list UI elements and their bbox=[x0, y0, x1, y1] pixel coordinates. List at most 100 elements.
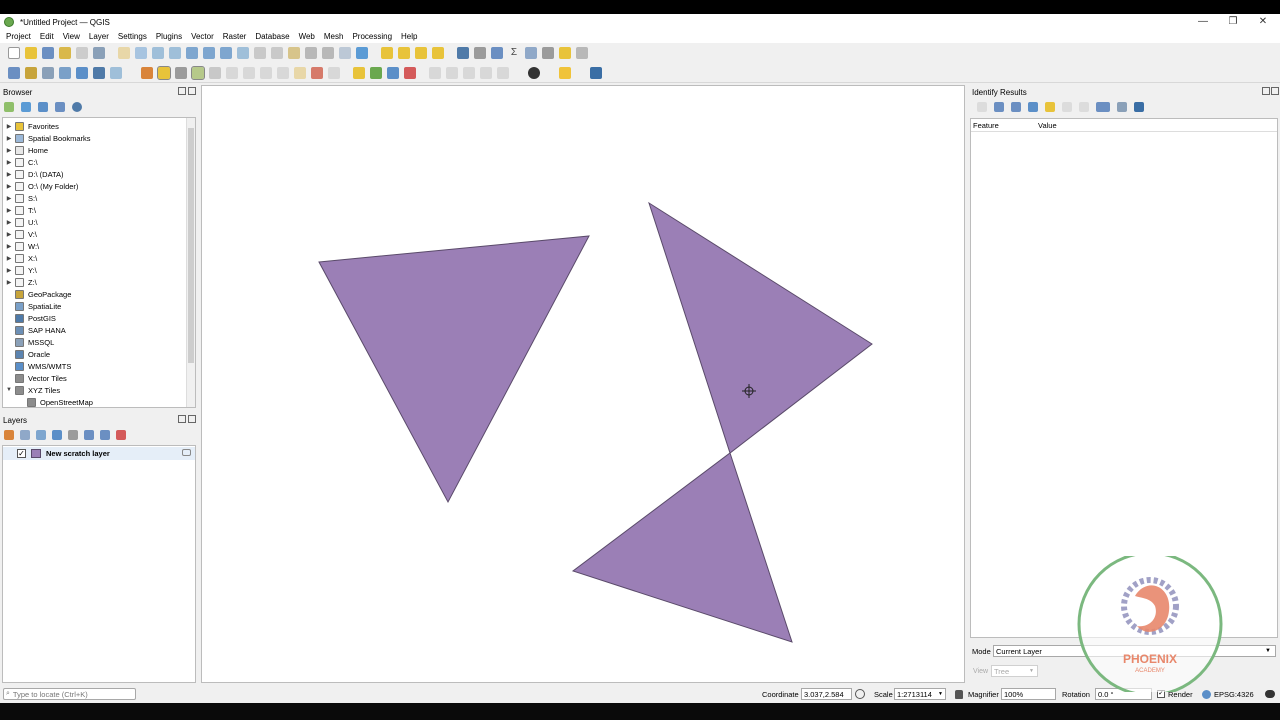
magnifier-input[interactable]: 100% bbox=[1001, 688, 1056, 700]
filter-by-expression-icon[interactable] bbox=[68, 430, 78, 440]
browser-item[interactable]: ▶ Favorites bbox=[3, 120, 59, 132]
refresh-icon[interactable] bbox=[356, 47, 368, 59]
chevron-right-icon[interactable]: ▶ bbox=[5, 147, 13, 154]
zoom-next-icon[interactable] bbox=[271, 47, 283, 59]
collapse-all-icon[interactable] bbox=[55, 102, 65, 112]
digitize-shape-icon[interactable] bbox=[209, 66, 221, 79]
save-as-icon[interactable] bbox=[59, 47, 71, 59]
new-shapefile-layer-icon[interactable] bbox=[42, 66, 54, 79]
layout-manager-icon[interactable] bbox=[93, 47, 105, 59]
cut-features-icon[interactable] bbox=[260, 66, 272, 79]
close-panel-icon[interactable] bbox=[1271, 87, 1279, 95]
undo-icon[interactable] bbox=[311, 66, 323, 79]
browser-item[interactable]: ▶ S:\ bbox=[3, 192, 37, 204]
messages-icon[interactable] bbox=[1265, 690, 1275, 698]
select-features-icon[interactable] bbox=[381, 47, 393, 59]
float-panel-icon[interactable] bbox=[178, 87, 186, 95]
data-source-manager-icon[interactable] bbox=[8, 66, 20, 79]
print-response-icon[interactable] bbox=[1079, 102, 1089, 112]
menu-mesh[interactable]: Mesh bbox=[324, 32, 344, 41]
vertex-tool-icon[interactable] bbox=[226, 66, 238, 79]
chevron-right-icon[interactable]: ▶ bbox=[5, 183, 13, 190]
layer-row[interactable]: ✓ New scratch layer bbox=[3, 447, 195, 460]
chevron-right-icon[interactable]: ▶ bbox=[5, 171, 13, 178]
change-label-icon[interactable] bbox=[463, 66, 475, 79]
browser-item[interactable]: ▶ T:\ bbox=[3, 204, 36, 216]
add-vector-layer-icon[interactable] bbox=[93, 66, 105, 79]
lock-scale-icon[interactable] bbox=[955, 689, 963, 699]
statistics-sum-icon[interactable]: Σ bbox=[508, 47, 520, 59]
manage-map-themes-icon[interactable] bbox=[36, 430, 46, 440]
browser-item[interactable]: ▶ Home bbox=[3, 144, 48, 156]
locator-search-input[interactable]: ⌕ Type to locate (Ctrl+K) bbox=[3, 688, 136, 700]
browser-item[interactable]: ▶ O:\ (My Folder) bbox=[3, 180, 78, 192]
chevron-right-icon[interactable]: ▶ bbox=[5, 243, 13, 250]
menu-vector[interactable]: Vector bbox=[191, 32, 214, 41]
collapse-all-icon[interactable] bbox=[100, 430, 110, 440]
add-polygon-feature-icon[interactable] bbox=[191, 65, 205, 80]
pan-icon[interactable] bbox=[118, 47, 130, 59]
new-project-icon[interactable] bbox=[8, 47, 20, 59]
clear-results-icon[interactable] bbox=[1045, 102, 1055, 112]
scale-combobox[interactable]: 1:2713114 ▼ bbox=[894, 688, 946, 700]
new-spatialite-layer-icon[interactable] bbox=[59, 66, 71, 79]
menu-edit[interactable]: Edit bbox=[40, 32, 54, 41]
chevron-right-icon[interactable]: ▶ bbox=[5, 135, 13, 142]
chevron-down-icon[interactable]: ▼ bbox=[5, 387, 13, 393]
menu-web[interactable]: Web bbox=[299, 32, 315, 41]
filter-legend-icon[interactable] bbox=[52, 430, 62, 440]
browser-item[interactable]: ▶ Y:\ bbox=[3, 264, 37, 276]
pin-labels-icon[interactable] bbox=[370, 66, 382, 79]
annotation-icon[interactable] bbox=[559, 47, 571, 59]
browser-scrollbar[interactable] bbox=[186, 118, 195, 407]
add-raster-layer-icon[interactable] bbox=[110, 66, 122, 79]
browser-item[interactable]: Vector Tiles bbox=[3, 372, 67, 384]
toggle-editing-icon[interactable] bbox=[157, 65, 171, 80]
python-console-icon[interactable] bbox=[559, 66, 571, 79]
menu-processing[interactable]: Processing bbox=[352, 32, 392, 41]
layer-styling-icon[interactable] bbox=[4, 430, 14, 440]
browser-scrollbar-thumb[interactable] bbox=[188, 128, 194, 363]
properties-info-icon[interactable] bbox=[72, 102, 82, 112]
menu-view[interactable]: View bbox=[63, 32, 80, 41]
view-select[interactable]: Tree ▼ bbox=[991, 665, 1038, 677]
layer-visibility-checkbox[interactable]: ✓ bbox=[17, 449, 26, 458]
pan-to-selection-icon[interactable] bbox=[135, 47, 147, 59]
float-panel-icon[interactable] bbox=[178, 415, 186, 423]
menu-database[interactable]: Database bbox=[255, 32, 289, 41]
copy-feature-icon[interactable] bbox=[1062, 102, 1072, 112]
expand-all-icon[interactable] bbox=[84, 430, 94, 440]
browser-item[interactable]: WMS/WMTS bbox=[3, 360, 71, 372]
rotate-label-icon[interactable] bbox=[446, 66, 458, 79]
menu-layer[interactable]: Layer bbox=[89, 32, 109, 41]
browser-item[interactable]: ▶ X:\ bbox=[3, 252, 37, 264]
chevron-right-icon[interactable]: ▶ bbox=[5, 207, 13, 214]
browser-item[interactable]: OpenStreetMap bbox=[3, 396, 93, 407]
zoom-full-icon[interactable] bbox=[186, 47, 198, 59]
map-tips-icon[interactable] bbox=[542, 47, 554, 59]
add-group-icon[interactable] bbox=[20, 430, 30, 440]
add-selected-layers-icon[interactable] bbox=[4, 102, 14, 112]
attribute-table-icon[interactable] bbox=[474, 47, 486, 59]
zoom-layer-icon[interactable] bbox=[220, 47, 232, 59]
identify-settings-icon[interactable] bbox=[1117, 102, 1127, 112]
new-geopackage-layer-icon[interactable] bbox=[25, 66, 37, 79]
identify-help-icon[interactable] bbox=[1134, 102, 1144, 112]
close-button[interactable]: ✕ bbox=[1248, 14, 1278, 30]
expand-new-results-icon[interactable] bbox=[1028, 102, 1038, 112]
plugin-help-icon[interactable] bbox=[590, 66, 602, 79]
label-tool-icon[interactable] bbox=[353, 66, 365, 79]
chevron-right-icon[interactable]: ▶ bbox=[5, 231, 13, 238]
browser-item[interactable]: ▶ Spatial Bookmarks bbox=[3, 132, 91, 144]
zoom-last-icon[interactable] bbox=[254, 47, 266, 59]
map-canvas[interactable] bbox=[201, 85, 965, 683]
browser-item[interactable]: ▼ XYZ Tiles bbox=[3, 384, 60, 396]
chevron-right-icon[interactable]: ▶ bbox=[5, 219, 13, 226]
zoom-native-icon[interactable] bbox=[237, 47, 249, 59]
browser-item[interactable]: ▶ D:\ (DATA) bbox=[3, 168, 64, 180]
triangle-feature[interactable] bbox=[318, 235, 590, 504]
locator-settings-icon[interactable] bbox=[576, 47, 588, 59]
value-column-header[interactable]: Value bbox=[1038, 121, 1057, 130]
zoom-selection-icon[interactable] bbox=[203, 47, 215, 59]
filter-browser-icon[interactable] bbox=[38, 102, 48, 112]
